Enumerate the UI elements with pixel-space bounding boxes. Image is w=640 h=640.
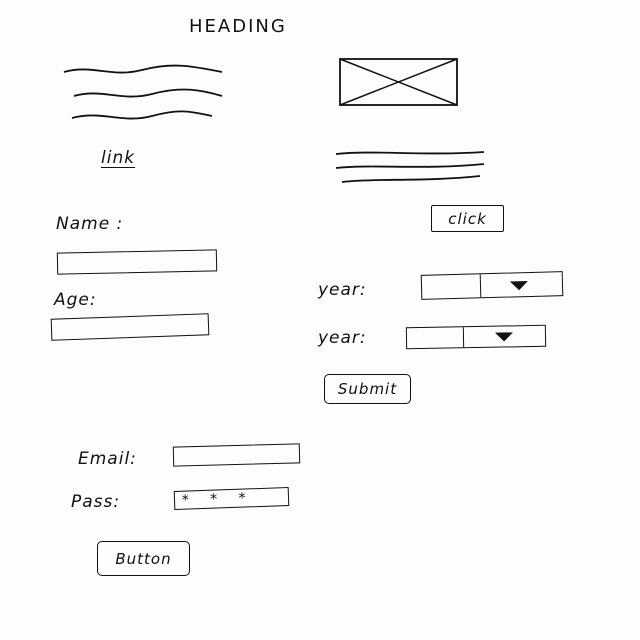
click-button[interactable]: click — [431, 205, 504, 232]
email-input[interactable] — [172, 443, 301, 467]
password-mask: *** — [180, 489, 267, 509]
age-label: Age: — [54, 290, 97, 310]
password-input[interactable]: *** — [173, 486, 290, 511]
action-button-label: Button — [115, 549, 172, 568]
age-input[interactable] — [50, 313, 210, 341]
name-label: Name : — [56, 214, 124, 234]
page-title: HEADING — [189, 16, 287, 37]
year-label-1: year: — [318, 280, 367, 300]
year-label-2: year: — [318, 328, 367, 348]
submit-button-label: Submit — [337, 380, 398, 398]
year-select-2[interactable] — [405, 324, 547, 350]
action-button[interactable]: Button — [97, 541, 190, 576]
submit-button[interactable]: Submit — [324, 374, 411, 404]
click-button-label: click — [448, 209, 487, 228]
email-label: Email: — [78, 449, 137, 469]
link[interactable]: link — [101, 148, 135, 168]
caret-down-icon — [494, 332, 514, 342]
year-select-1[interactable] — [420, 271, 564, 300]
select-divider — [479, 274, 482, 298]
text-placeholder-left — [63, 64, 223, 120]
image-placeholder-icon — [339, 58, 458, 106]
select-divider — [462, 327, 465, 348]
name-input[interactable] — [56, 249, 218, 275]
caret-down-icon — [509, 281, 529, 291]
text-placeholder-right — [335, 151, 485, 183]
pass-label: Pass: — [71, 492, 121, 512]
